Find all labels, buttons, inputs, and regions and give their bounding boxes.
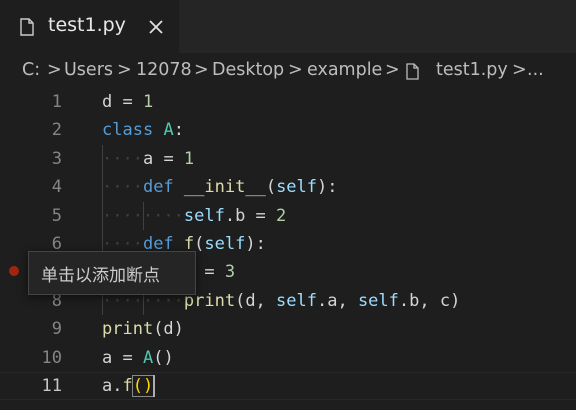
breadcrumb-item-file[interactable]: test1.py [436, 60, 508, 80]
line-number: 9 [51, 319, 62, 340]
breadcrumb-item-users[interactable]: Users [64, 60, 113, 80]
breadcrumb-separator: > [385, 60, 400, 80]
code-token: d [102, 92, 113, 112]
tab-title: test1.py [48, 14, 126, 36]
code-token: def [142, 177, 174, 198]
line-number: 2 [51, 120, 62, 141]
code-line: ····def __init__(self): [102, 173, 338, 201]
tab-test1-py[interactable]: test1.py [0, 0, 179, 53]
code-token: a [142, 148, 154, 169]
line-number: 1 [51, 92, 62, 112]
code-token: print [102, 319, 154, 340]
code-editor[interactable]: 1d = 1 2 class A: 3 ····a = 1 4 ····def __init… [0, 88, 576, 410]
code-token: (d, [235, 290, 277, 311]
line-number: 4 [51, 177, 62, 198]
breadcrumb-separator: > [288, 60, 303, 80]
code-token: .a, [316, 290, 358, 311]
breadcrumb-separator: > [194, 60, 209, 80]
breakpoint-tooltip: 单击以添加断点 [28, 251, 196, 295]
code-token: A [142, 347, 154, 368]
code-token: __init__ [183, 177, 266, 198]
code-line: ····a = 1 [102, 145, 194, 173]
code-token: .b = [224, 205, 277, 226]
code-line: ········self.b = 2 [102, 202, 286, 230]
code-token: 1 [142, 92, 154, 112]
python-file-icon [20, 18, 34, 36]
line-number: 11 [41, 376, 62, 396]
current-line-highlight [0, 372, 576, 400]
whitespace-dots: ···· [102, 177, 143, 198]
code-token: f [122, 376, 133, 396]
code-token: a [102, 347, 113, 368]
code-token: = [194, 262, 225, 283]
code-token: a. [102, 376, 123, 396]
line-number: 10 [41, 347, 62, 368]
code-token: () [153, 347, 174, 368]
breadcrumb-item-example[interactable]: example [307, 60, 382, 80]
code-token: = [112, 347, 143, 368]
code-token: = [112, 92, 143, 112]
breadcrumb-separator: > [47, 60, 62, 80]
code-token: () [131, 375, 155, 397]
code-token: .b, c) [398, 290, 461, 311]
breadcrumb-separator: > [117, 60, 132, 80]
code-token: self [183, 205, 225, 226]
code-token: A [163, 120, 174, 141]
code-token: self [204, 234, 246, 254]
code-token: class [102, 120, 154, 141]
tooltip-text: 单击以添加断点 [41, 266, 160, 286]
line-number: 5 [51, 205, 62, 226]
code-token: 1 [183, 148, 195, 169]
code-token: ( [265, 177, 277, 198]
code-token: self [357, 290, 399, 311]
python-file-icon [406, 63, 419, 80]
code-token: 2 [276, 205, 287, 226]
tab-bar: test1.py [0, 0, 576, 53]
breadcrumb-item-drive[interactable]: C: [22, 60, 40, 80]
code-line: a.f() [102, 372, 155, 400]
code-token: 3 [224, 262, 236, 283]
breadcrumb-item-user[interactable]: 12078 [136, 60, 192, 80]
code-line: d = 1 [102, 88, 153, 116]
close-icon[interactable] [147, 18, 165, 36]
text-cursor [153, 375, 156, 397]
code-token: ): [245, 234, 266, 254]
breadcrumb-item-more[interactable]: ... [527, 60, 544, 80]
code-token: (d) [153, 319, 184, 340]
code-token: ): [317, 177, 338, 198]
breakpoint-hint-dot[interactable] [9, 266, 19, 276]
breadcrumb-separator: > [512, 60, 527, 80]
whitespace-dots: ···· [102, 148, 143, 169]
code-token: = [153, 148, 184, 169]
code-line: class A: [102, 116, 184, 144]
code-token: self [276, 290, 317, 311]
code-line: print(d) [102, 315, 184, 343]
whitespace-dots: ········ [102, 205, 184, 226]
code-token: : [173, 120, 184, 141]
line-number: 3 [51, 148, 62, 169]
code-line: a = A() [102, 344, 174, 372]
breadcrumb-item-desktop[interactable]: Desktop [212, 60, 284, 80]
code-token: self [276, 177, 318, 198]
